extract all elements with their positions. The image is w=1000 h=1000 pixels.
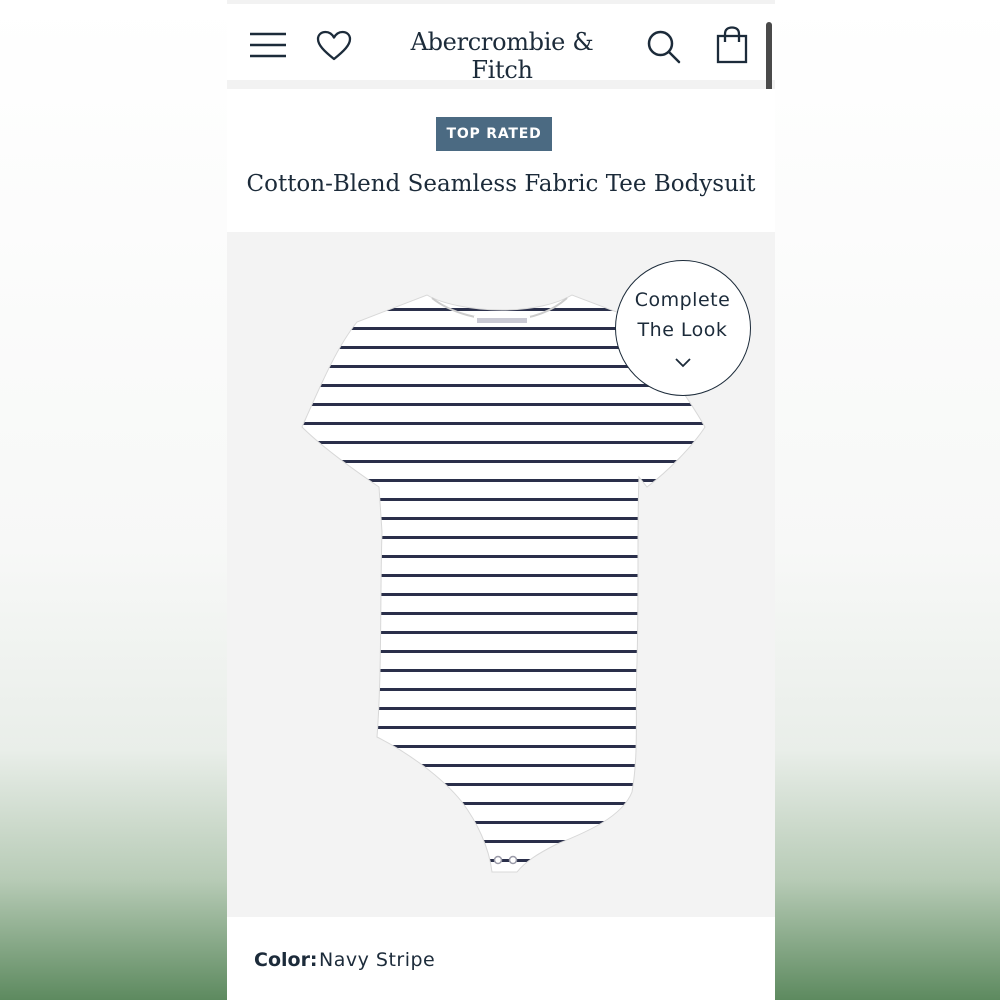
mobile-page: Abercrombie & Fitch TOP RATED Cotton-Ble…: [227, 0, 775, 1000]
heart-icon[interactable]: [316, 30, 352, 62]
product-image-area[interactable]: Complete The Look: [227, 232, 775, 917]
menu-icon[interactable]: [249, 32, 287, 60]
chevron-down-icon: [675, 358, 691, 368]
top-rated-badge: TOP RATED: [436, 117, 552, 151]
brand-logo[interactable]: Abercrombie & Fitch: [377, 28, 627, 84]
complete-the-look-label: Complete The Look: [634, 289, 731, 341]
scrollbar[interactable]: [766, 22, 772, 96]
product-title: Cotton-Blend Seamless Fabric Tee Bodysui…: [246, 171, 756, 197]
site-header: Abercrombie & Fitch: [227, 4, 775, 84]
search-icon[interactable]: [646, 29, 682, 65]
color-label: Color:: [254, 949, 318, 971]
complete-the-look-button[interactable]: Complete The Look: [615, 260, 751, 396]
shopping-bag-icon[interactable]: [716, 26, 748, 64]
color-selection: Color: Navy Stripe: [227, 917, 775, 1000]
product-heading: TOP RATED Cotton-Blend Seamless Fabric T…: [227, 89, 775, 232]
color-value: Navy Stripe: [319, 949, 436, 971]
